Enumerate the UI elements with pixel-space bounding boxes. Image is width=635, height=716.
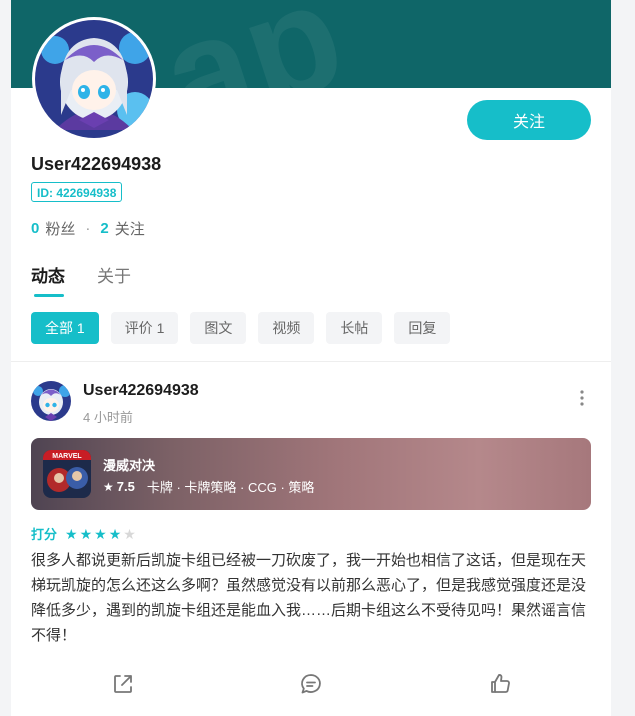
- comment-icon[interactable]: [299, 672, 323, 696]
- active-tab-indicator: [34, 294, 64, 297]
- avatar-image-small: [31, 381, 71, 421]
- rating-star-icon: ★: [108, 525, 122, 542]
- profile-tabs: 动态 关于: [31, 262, 163, 297]
- game-icon: MARVEL: [43, 450, 91, 498]
- game-card[interactable]: MARVEL 漫威对决 ★ 7.5 卡牌 · 卡牌策略 · CCG · 策略: [31, 438, 591, 510]
- svg-text:MARVEL: MARVEL: [52, 453, 82, 460]
- filter-image-text[interactable]: 图文: [190, 312, 247, 344]
- stats-separator: ·: [85, 220, 91, 237]
- game-score: 7.5: [116, 479, 135, 494]
- star-icon: ★: [103, 479, 114, 494]
- profile-avatar[interactable]: [32, 17, 156, 141]
- banner-watermark: ap: [142, 0, 420, 88]
- filter-video[interactable]: 视频: [258, 312, 315, 344]
- tab-about-label: 关于: [97, 267, 131, 286]
- following-count[interactable]: 2: [100, 220, 108, 237]
- rating-label: 打分: [31, 527, 58, 542]
- profile-card: ap 关注 User422694938 ID: 422694938 0 粉丝 ·…: [11, 0, 611, 716]
- post-author-avatar[interactable]: [31, 381, 71, 421]
- following-label[interactable]: 关注: [115, 218, 145, 239]
- filter-replies[interactable]: 回复: [394, 312, 451, 344]
- profile-username: User422694938: [31, 154, 162, 174]
- follow-button[interactable]: 关注: [467, 100, 591, 140]
- user-id-badge: ID: 422694938: [31, 182, 123, 202]
- filter-reviews[interactable]: 评价 1: [110, 312, 179, 344]
- like-icon[interactable]: [488, 672, 512, 696]
- game-title: 漫威对决: [103, 458, 156, 473]
- filter-all[interactable]: 全部 1: [31, 312, 99, 344]
- game-tags: 卡牌 · 卡牌策略 · CCG · 策略: [146, 480, 315, 495]
- rating-star-icon: ★: [94, 525, 107, 542]
- post-timestamp: 4 小时前: [83, 410, 133, 425]
- profile-stats: 0 粉丝 · 2 关注: [31, 218, 145, 239]
- rating-star-icon: ★: [79, 525, 93, 542]
- post-rating: 打分 ★ ★ ★ ★ ★: [31, 524, 138, 543]
- followers-label[interactable]: 粉丝: [45, 218, 75, 239]
- game-meta: ★ 7.5 卡牌 · 卡牌策略 · CCG · 策略: [103, 477, 314, 496]
- rating-star-icon: ★: [65, 525, 78, 542]
- tab-about[interactable]: 关于: [97, 262, 131, 287]
- avatar-image: [35, 20, 153, 138]
- followers-count[interactable]: 0: [31, 220, 39, 237]
- filter-long-post[interactable]: 长帖: [326, 312, 383, 344]
- post-actions: [11, 672, 611, 702]
- rating-star-icon: ★: [123, 525, 136, 542]
- post-body-text[interactable]: 很多人都说更新后凯旋卡组已经被一刀砍废了，我一开始也相信了这话，但是现在天梯玩凯…: [31, 548, 596, 648]
- section-divider: [11, 361, 611, 362]
- share-icon[interactable]: [111, 672, 135, 696]
- content-filters: 全部 1 评价 1 图文 视频 长帖 回复: [31, 312, 462, 344]
- more-options-icon[interactable]: [576, 388, 588, 408]
- post-author-name[interactable]: User422694938: [83, 382, 199, 400]
- tab-feed[interactable]: 动态: [31, 262, 65, 297]
- tab-feed-label: 动态: [31, 267, 65, 286]
